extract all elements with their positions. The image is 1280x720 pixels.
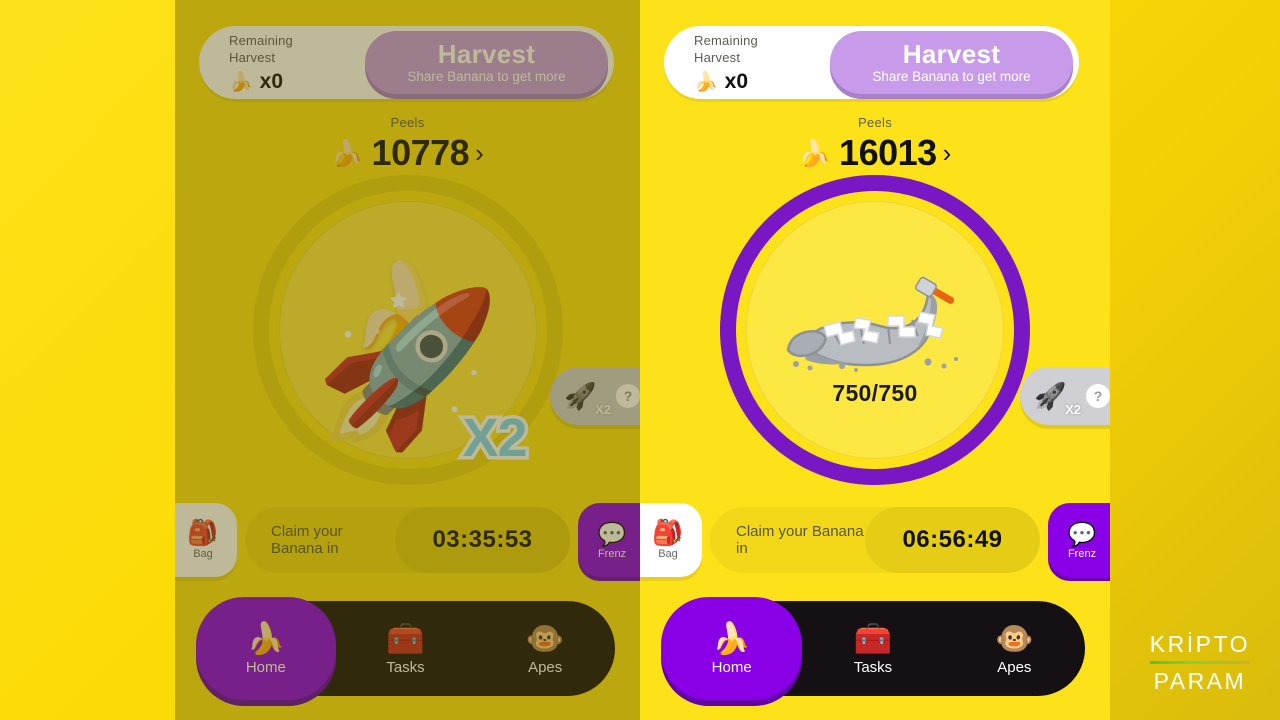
nav-item-label: Apes (997, 659, 1032, 676)
banana-icon: 🍌 (347, 259, 468, 367)
peels-counter[interactable]: Peels 🍌 16013 › (640, 115, 1110, 174)
remaining-harvest-pill: Remaining Harvest 🍌 x0 Harvest Share Ban… (199, 26, 614, 99)
watermark: KRİPTO PARAM (1149, 631, 1250, 695)
remaining-harvest-count: x0 (724, 69, 749, 93)
harvest-progress-ring[interactable]: 750/750 (720, 175, 1030, 485)
boost-badge-multiplier: X2 (595, 402, 611, 417)
claim-timer-pill: Claim your Banana in 06:56:49 (710, 507, 1040, 573)
harvest-button-subtitle: Share Banana to get more (872, 69, 1031, 84)
remaining-harvest-pill: Remaining Harvest 🍌 x0 Harvest Share Ban… (664, 26, 1079, 99)
nav-item-tasks[interactable]: 🧰 Tasks (802, 601, 943, 696)
peeled-banana-icon: 🍌 (331, 137, 364, 168)
boost-badge[interactable]: 🚀 X2 ? (550, 367, 640, 425)
chat-bubbles-icon: 💬 (597, 520, 627, 547)
frenz-label: Frenz (597, 547, 627, 560)
remaining-harvest-amount: 🍌 x0 (229, 70, 369, 94)
peels-label: Peels (390, 115, 425, 130)
harvest-progress-ring[interactable]: 🍌 488 (252, 175, 563, 485)
chevron-right-icon[interactable]: › (943, 138, 952, 169)
frenz-button[interactable]: 💬 Frenz (578, 503, 640, 577)
rocket-icon: 🚀 X2 (1034, 381, 1081, 417)
backpack-icon: 🎒 (187, 519, 219, 547)
frenz-label: Frenz (1067, 547, 1097, 560)
monkeys-icon: 🐵 (525, 621, 565, 656)
banana-icon: 🍌 (694, 71, 718, 93)
nav-item-label: Tasks (853, 659, 893, 676)
harvest-button-subtitle: Share Banana to get more (407, 69, 566, 84)
bottom-navigation: 🍌 Home 🧰 Tasks 🐵 Apes (661, 597, 1085, 700)
app-panel-previous: Remaining Harvest 🍌 x0 Harvest Share Ban… (175, 0, 640, 720)
harvest-button-title: Harvest (437, 39, 536, 69)
boost-badge-multiplier: X2 (1065, 402, 1081, 417)
watermark-line2: PARAM (1153, 668, 1247, 694)
nav-item-home[interactable]: 🍌 Home (661, 597, 803, 700)
remaining-harvest-label-line1: Remaining (229, 32, 293, 48)
banana-icon: 🍌 (712, 621, 751, 656)
remaining-harvest-label-line1: Remaining (694, 32, 758, 48)
bag-label: Bag (193, 548, 213, 560)
peels-value: 16013 (839, 132, 937, 173)
remaining-harvest-info: Remaining Harvest 🍌 x0 (199, 32, 369, 94)
claim-row: 🎒 Bag Claim your Banana in 03:35:53 💬 Fr… (175, 503, 640, 577)
remaining-harvest-amount: 🍌 x0 (694, 70, 834, 94)
harvest-button[interactable]: Harvest Share Banana to get more (365, 31, 608, 94)
stone-banana-icon (786, 276, 958, 372)
banana-icon: 🍌 (229, 71, 253, 93)
harvest-count: 750/750 (832, 379, 918, 406)
nav-item-home[interactable]: 🍌 Home (196, 597, 336, 700)
bag-button[interactable]: 🎒 Bag (175, 503, 237, 577)
peels-value-row[interactable]: 🍌 16013 › (640, 132, 1110, 174)
remaining-harvest-count: x0 (259, 69, 284, 93)
remaining-harvest-label-line2: Harvest (694, 49, 741, 65)
nav-item-label: Tasks (386, 659, 425, 676)
treasure-chest-icon: 🧰 (386, 621, 425, 656)
claim-timer: 06:56:49 (865, 507, 1040, 573)
claim-row: 🎒 Bag Claim your Banana in 06:56:49 💬 Fr… (640, 503, 1110, 577)
nav-item-tasks[interactable]: 🧰 Tasks (336, 601, 476, 696)
remaining-harvest-label-line2: Harvest (229, 49, 276, 65)
watermark-line1: KRİPTO (1149, 631, 1250, 657)
bag-button[interactable]: 🎒 Bag (640, 503, 702, 577)
banana-icon: 🍌 (246, 621, 286, 656)
boost-badge[interactable]: 🚀 X2 ? (1020, 367, 1110, 425)
claim-text: Claim your Banana in (736, 523, 864, 557)
peels-label: Peels (857, 115, 893, 130)
harvest-count: 488 (387, 367, 428, 394)
nav-item-label: Home (245, 659, 286, 676)
chat-bubbles-icon: 💬 (1067, 520, 1097, 547)
treasure-chest-icon: 🧰 (853, 621, 893, 656)
help-icon[interactable]: ? (616, 384, 640, 408)
chevron-right-icon[interactable]: › (475, 138, 484, 169)
nav-item-apes[interactable]: 🐵 Apes (475, 601, 615, 696)
peels-value-row[interactable]: 🍌 10778 › (175, 132, 640, 174)
harvest-ring-area: 750/750 🚀 X2 ? (640, 175, 1110, 500)
remaining-harvest-info: Remaining Harvest 🍌 x0 (664, 32, 834, 94)
help-icon[interactable]: ? (1086, 384, 1110, 408)
peels-counter[interactable]: Peels 🍌 10778 › (175, 115, 640, 174)
bag-label: Bag (658, 548, 678, 560)
nav-item-label: Home (711, 659, 752, 676)
rocket-icon: 🚀 X2 (564, 381, 611, 417)
claim-timer: 03:35:53 (395, 507, 570, 573)
watermark-rule (1149, 661, 1250, 664)
harvest-button[interactable]: Harvest Share Banana to get more (830, 31, 1073, 94)
peels-value: 10778 (371, 132, 470, 173)
ring-inner: 750/750 (746, 201, 1004, 459)
backpack-icon: 🎒 (652, 519, 684, 547)
monkeys-icon: 🐵 (995, 621, 1034, 656)
peeled-banana-icon: 🍌 (798, 137, 832, 168)
claim-text: Claim your Banana in (271, 523, 343, 557)
harvest-button-title: Harvest (902, 39, 1001, 69)
nav-item-apes[interactable]: 🐵 Apes (944, 601, 1085, 696)
claim-timer-pill: Claim your Banana in 03:35:53 (245, 507, 570, 573)
harvest-ring-area: 🍌 488 🚀 X2 🚀 X2 ? (175, 175, 640, 500)
bottom-navigation: 🍌 Home 🧰 Tasks 🐵 Apes (196, 597, 615, 700)
frenz-button[interactable]: 💬 Frenz (1048, 503, 1110, 577)
ring-inner: 🍌 488 (278, 201, 537, 459)
app-panel-current: Remaining Harvest 🍌 x0 Harvest Share Ban… (640, 0, 1110, 720)
nav-item-label: Apes (528, 659, 563, 676)
